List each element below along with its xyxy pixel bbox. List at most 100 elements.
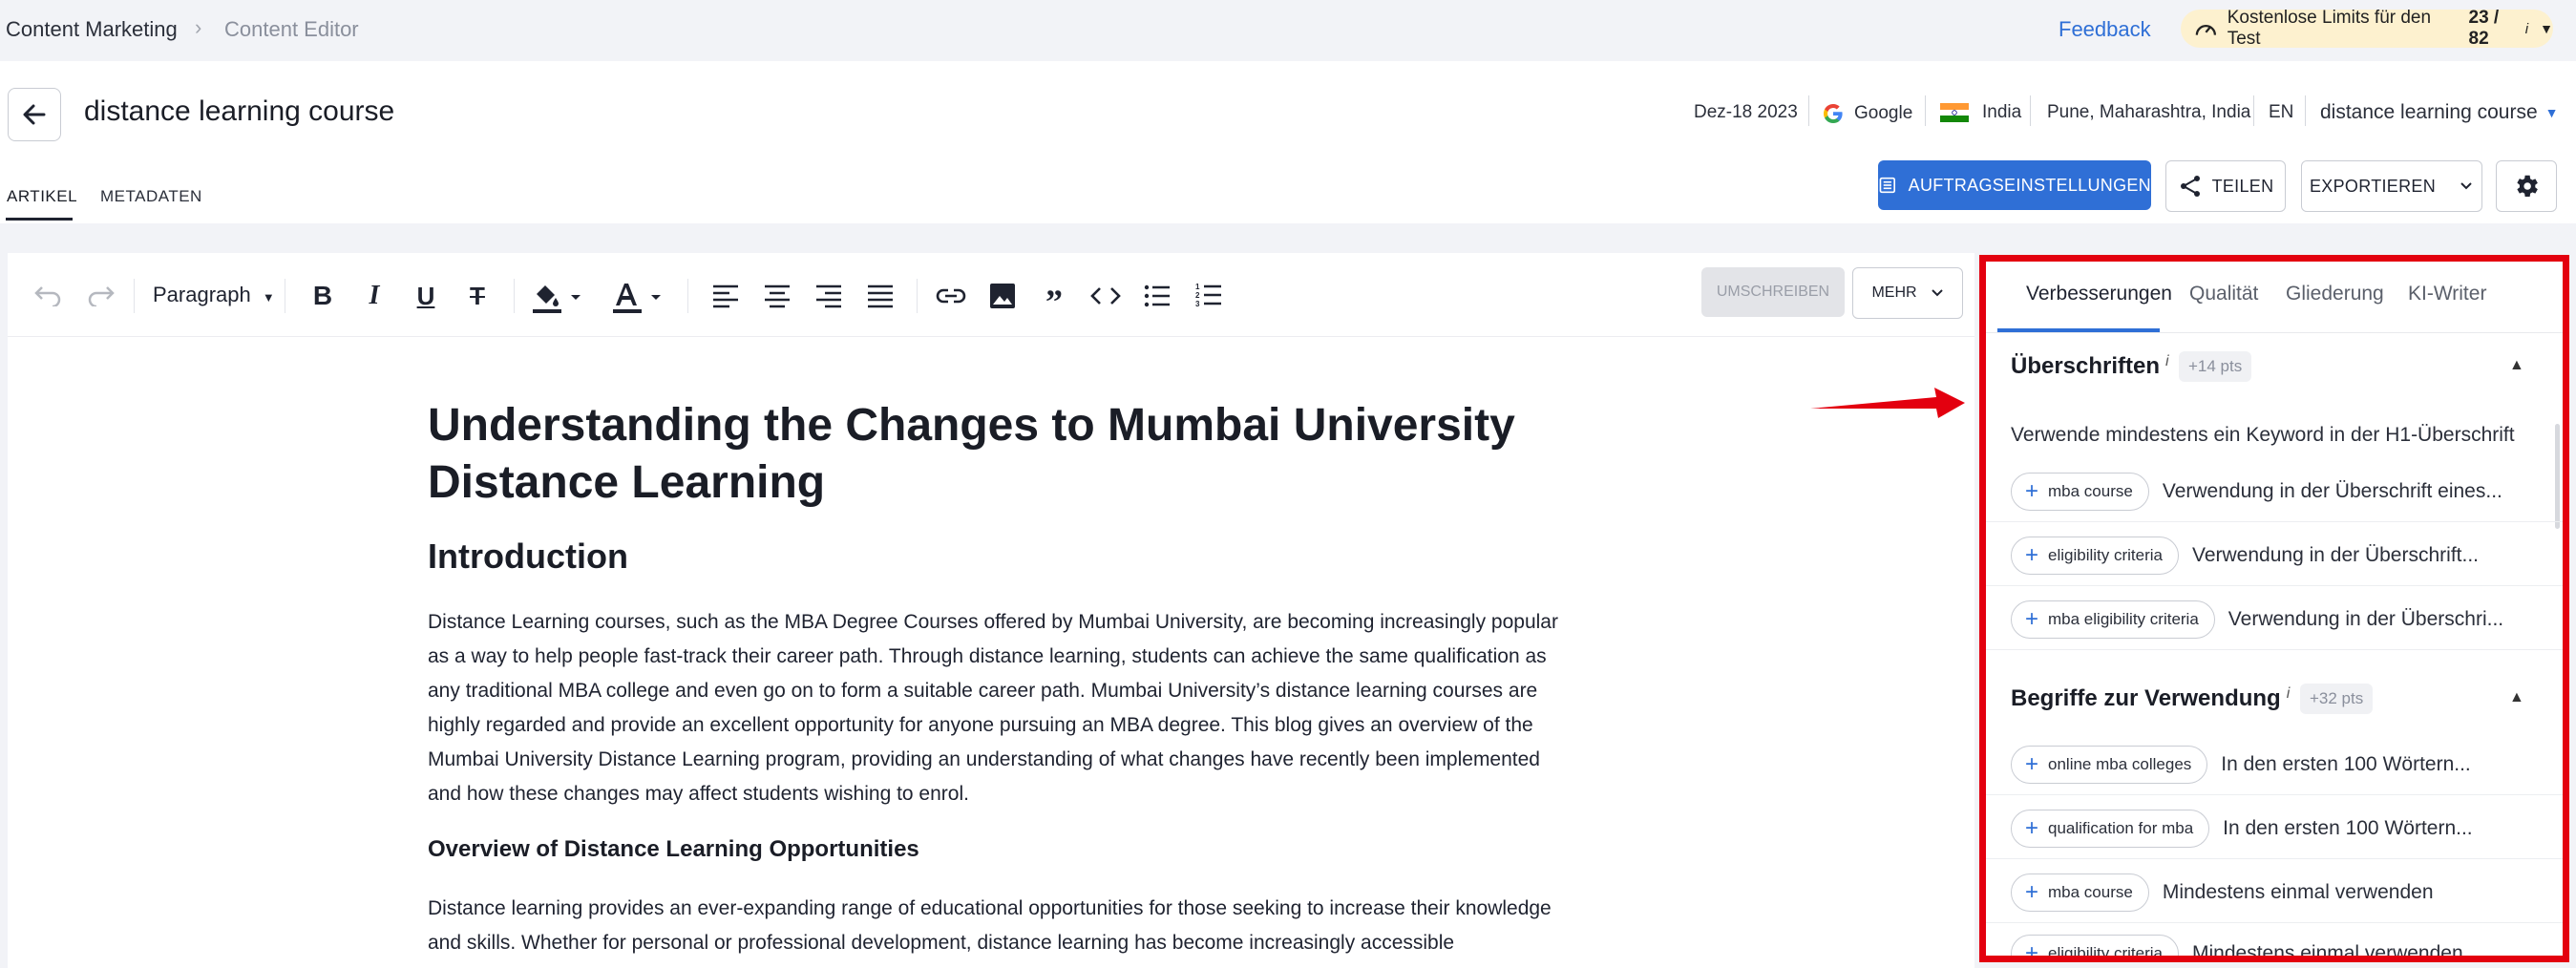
more-label: MEHR: [1871, 284, 1917, 301]
plus-icon: +: [2025, 478, 2039, 504]
code-button[interactable]: [1088, 279, 1123, 313]
keyword-chip[interactable]: + online mba colleges: [2011, 746, 2208, 784]
improvements-panel: Verbesserungen Qualität Gliederung KI-Wr…: [1979, 255, 2569, 962]
meta-divider: [1808, 95, 1809, 126]
keyword-chip[interactable]: + mba course: [2011, 473, 2149, 511]
align-center-button[interactable]: [760, 279, 794, 313]
keyword-chip-label: mba course: [2048, 482, 2133, 500]
keyword-chip[interactable]: + eligibility criteria: [2011, 935, 2179, 956]
chevron-up-icon[interactable]: ▲: [2509, 689, 2524, 706]
panel-tab-ai-writer[interactable]: KI-Writer: [2408, 283, 2486, 305]
suggestion-text: Verwendung in der Überschri...: [2228, 608, 2504, 630]
align-left-button[interactable]: [708, 279, 743, 313]
image-button[interactable]: [985, 279, 1020, 313]
tab-metadata[interactable]: METADATEN: [100, 187, 202, 206]
suggestion-text: In den ersten 100 Wörtern...: [2223, 817, 2473, 839]
meta-language: EN: [2269, 102, 2294, 122]
quote-button[interactable]: ”: [1037, 279, 1071, 319]
suggestion-row[interactable]: + mba course Mindestens einmal verwenden: [2011, 873, 2545, 912]
row-divider: [1986, 858, 2563, 859]
keyword-chip-label: online mba colleges: [2048, 755, 2192, 773]
toolbar-separator: [917, 279, 918, 313]
numbered-list-icon: 123: [1195, 283, 1221, 308]
keyword-chip-label: mba course: [2048, 883, 2133, 901]
section-headings-title[interactable]: Überschriften i: [2011, 353, 2169, 380]
suggestion-row[interactable]: + eligibility criteria Mindestens einmal …: [2011, 935, 2545, 962]
meta-divider: [2253, 95, 2254, 126]
breadcrumb-content-marketing[interactable]: Content Marketing: [6, 17, 178, 42]
india-flag-icon: [1940, 103, 1969, 122]
settings-button[interactable]: [2496, 160, 2557, 212]
redo-button[interactable]: [84, 279, 118, 313]
align-justify-button[interactable]: [863, 279, 897, 313]
document-heading-h2[interactable]: Introduction: [428, 537, 1564, 577]
keyword-chip[interactable]: + qualification for mba: [2011, 810, 2210, 848]
tab-article[interactable]: ARTIKEL: [7, 187, 77, 206]
meta-engine: Google: [1822, 102, 1912, 125]
more-button[interactable]: MEHR: [1852, 267, 1963, 319]
toolbar-separator: [134, 279, 135, 313]
keyword-select[interactable]: distance learning course ▼: [2320, 101, 2559, 124]
document-heading-h1[interactable]: Understanding the Changes to Mumbai Univ…: [428, 397, 1564, 512]
suggestion-row[interactable]: + eligibility criteria Verwendung in der …: [2011, 537, 2545, 575]
row-divider: [1986, 521, 2563, 522]
keyword-chip[interactable]: + eligibility criteria: [2011, 537, 2179, 575]
suggestion-row[interactable]: + mba eligibility criteria Verwendung in …: [2011, 600, 2545, 639]
align-right-button[interactable]: [812, 279, 846, 313]
keyword-chip[interactable]: + mba course: [2011, 873, 2149, 912]
chevron-up-icon[interactable]: ▲: [2509, 357, 2524, 374]
order-settings-button[interactable]: AUFTRAGSEINSTELLUNGEN: [1878, 160, 2151, 210]
strikethrough-button[interactable]: T: [460, 279, 495, 313]
info-icon: i: [2286, 685, 2291, 702]
text-color-button[interactable]: [607, 279, 665, 317]
paragraph-style-select[interactable]: Paragraph ▼: [153, 283, 275, 307]
keyword-chip-label: qualification for mba: [2048, 819, 2194, 837]
italic-button[interactable]: I: [357, 279, 391, 313]
svg-text:2: 2: [1195, 291, 1200, 300]
suggestion-row[interactable]: + mba course Verwendung in der Überschrif…: [2011, 473, 2545, 511]
bold-button[interactable]: B: [306, 279, 340, 313]
suggestion-text: Mindestens einmal verwenden: [2192, 942, 2463, 962]
order-settings-label: AUFTRAGSEINSTELLUNGEN: [1908, 175, 2151, 195]
bullet-list-button[interactable]: [1140, 279, 1174, 313]
keyword-chip[interactable]: + mba eligibility criteria: [2011, 600, 2215, 639]
info-icon: i: [2524, 20, 2529, 37]
rule-text: Verwende mindestens ein Keyword in der H…: [2011, 424, 2515, 446]
limits-badge[interactable]: Kostenlose Limits für den Test 23 / 82 i…: [2181, 8, 2553, 49]
panel-scrollbar[interactable]: [2555, 424, 2560, 529]
underline-icon: U: [416, 281, 435, 310]
highlight-color-button[interactable]: [527, 279, 584, 317]
keyword-chip-label: mba eligibility criteria: [2048, 610, 2199, 628]
meta-divider: [2030, 95, 2031, 126]
suggestion-text: Verwendung in der Überschrift...: [2192, 544, 2479, 566]
rewrite-button[interactable]: UMSCHREIBEN: [1701, 267, 1845, 317]
share-label: TEILEN: [2211, 176, 2274, 196]
feedback-link[interactable]: Feedback: [2059, 17, 2151, 42]
suggestion-row[interactable]: + qualification for mba In den ersten 100…: [2011, 810, 2545, 848]
row-divider: [1986, 922, 2563, 923]
caret-down-icon[interactable]: ▼: [2540, 21, 2553, 36]
panel-tab-quality[interactable]: Qualität: [2189, 283, 2258, 305]
panel-tab-improvements[interactable]: Verbesserungen: [2026, 283, 2172, 305]
limits-value: 23 / 82: [2468, 8, 2500, 49]
document-paragraph[interactable]: Distance Learning courses, such as the M…: [428, 605, 1564, 811]
undo-button[interactable]: [31, 279, 65, 313]
bullet-list-icon: [1144, 284, 1170, 307]
meta-location: Pune, Maharashtra, India: [2047, 102, 2251, 122]
document-heading-h3[interactable]: Overview of Distance Learning Opportunit…: [428, 836, 1564, 863]
panel-tab-outline[interactable]: Gliederung: [2286, 283, 2384, 305]
underline-button[interactable]: U: [409, 279, 443, 313]
limits-label: Kostenlose Limits für den Test: [2227, 8, 2432, 49]
gear-icon: [2517, 175, 2538, 197]
suggestion-row[interactable]: + online mba colleges In den ersten 100 W…: [2011, 746, 2545, 784]
export-button[interactable]: EXPORTIEREN: [2301, 160, 2482, 212]
row-divider: [1986, 585, 2563, 586]
share-button[interactable]: TEILEN: [2165, 160, 2286, 212]
numbered-list-button[interactable]: 123: [1192, 279, 1226, 313]
document-paragraph[interactable]: Distance learning provides an ever-expan…: [428, 892, 1564, 960]
share-icon: [2180, 176, 2200, 197]
back-button[interactable]: [8, 88, 61, 141]
section-terms-title[interactable]: Begriffe zur Verwendung i: [2011, 685, 2290, 712]
svg-text:3: 3: [1195, 300, 1200, 308]
link-button[interactable]: [934, 279, 968, 313]
